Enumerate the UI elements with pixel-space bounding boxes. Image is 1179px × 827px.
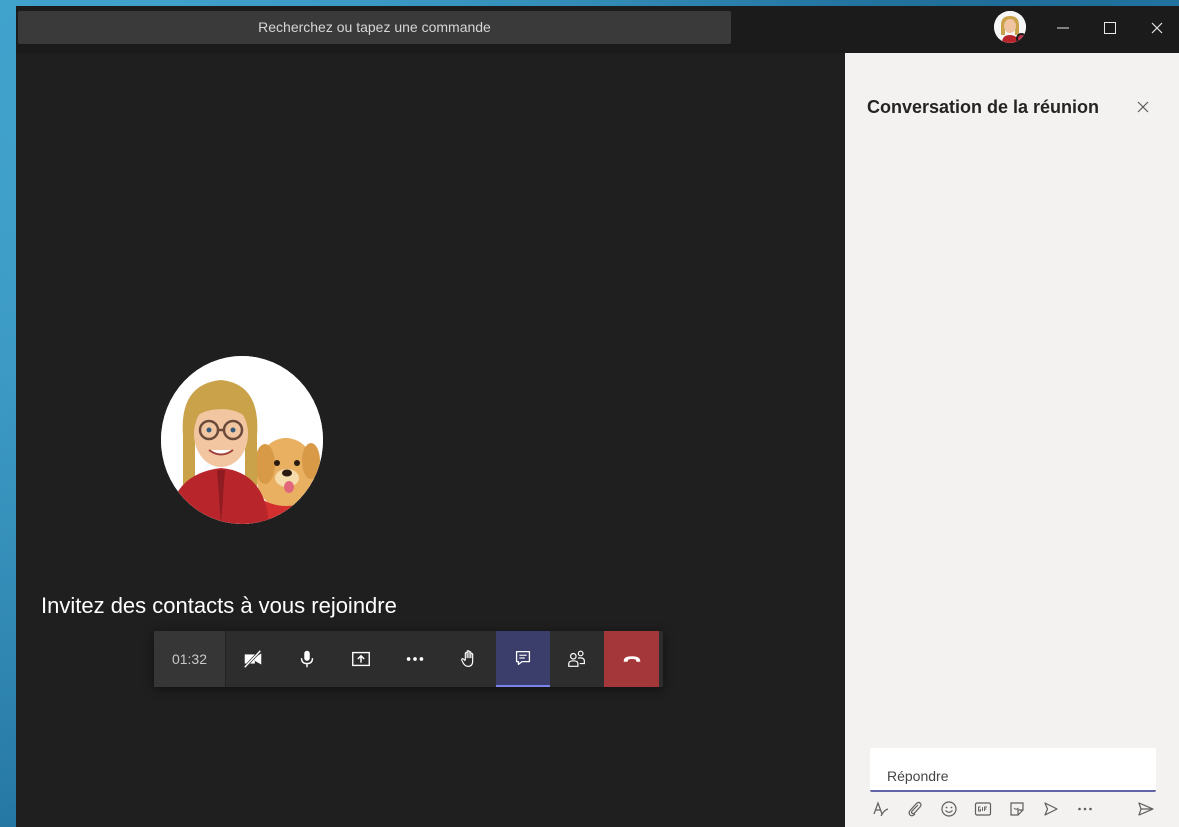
more-icon [406, 657, 424, 661]
more-actions-button[interactable] [388, 631, 442, 687]
status-badge [1016, 33, 1026, 43]
microphone-icon [300, 650, 314, 668]
reply-box [870, 748, 1156, 792]
meet-now-button[interactable] [1040, 798, 1062, 820]
minimize-icon [1057, 27, 1069, 29]
hang-up-button[interactable] [604, 631, 659, 687]
close-icon [1137, 101, 1149, 113]
chat-icon [515, 650, 531, 666]
emoji-icon [941, 801, 957, 817]
compose-toolbar [870, 798, 1160, 822]
call-controls-bar: 01:32 [154, 631, 663, 687]
attach-icon [908, 801, 922, 817]
participant-avatar [161, 356, 323, 524]
more-options-button[interactable] [1074, 798, 1096, 820]
format-button[interactable] [870, 798, 892, 820]
participants-button[interactable] [550, 631, 604, 687]
maximize-icon [1104, 22, 1116, 34]
microphone-button[interactable] [280, 631, 334, 687]
send-icon [1138, 802, 1154, 816]
meet-now-icon [1044, 802, 1058, 816]
share-screen-button[interactable] [334, 631, 388, 687]
raise-hand-icon [461, 650, 474, 667]
camera-toggle-button[interactable] [226, 631, 280, 687]
participants-icon [568, 650, 585, 667]
camera-off-icon [243, 649, 262, 669]
search-box[interactable]: Recherchez ou tapez une commande [18, 11, 731, 44]
gif-button[interactable] [972, 798, 994, 820]
chat-panel-title: Conversation de la réunion [867, 97, 1100, 117]
titlebar: Recherchez ou tapez une commande [16, 6, 1179, 53]
meeting-chat-panel: Conversation de la réunion [845, 53, 1179, 827]
bitmoji-image [161, 356, 323, 524]
hang-up-icon [623, 656, 640, 662]
sticker-button[interactable] [1006, 798, 1028, 820]
call-timer: 01:32 [154, 631, 226, 687]
teams-window: Recherchez ou tapez une commande Invitez… [16, 6, 1179, 827]
emoji-button[interactable] [938, 798, 960, 820]
meeting-stage: Invitez des contacts à vous rejoindre 01… [16, 53, 845, 827]
more-options-icon [1078, 807, 1092, 811]
minimize-button[interactable] [1048, 14, 1078, 42]
share-screen-icon [352, 651, 370, 667]
raise-hand-button[interactable] [442, 631, 496, 687]
reply-input[interactable] [870, 748, 1156, 790]
close-window-button[interactable] [1142, 14, 1172, 42]
send-button[interactable] [1135, 798, 1157, 820]
user-avatar[interactable] [994, 11, 1026, 43]
close-icon [1151, 22, 1163, 34]
chat-button[interactable] [496, 631, 550, 687]
close-chat-button[interactable] [1133, 97, 1153, 117]
sticker-icon [1010, 802, 1024, 816]
gif-icon [974, 802, 992, 816]
format-icon [873, 801, 889, 817]
invite-contacts-text: Invitez des contacts à vous rejoindre [41, 593, 397, 618]
maximize-button[interactable] [1095, 14, 1125, 42]
attach-button[interactable] [904, 798, 926, 820]
